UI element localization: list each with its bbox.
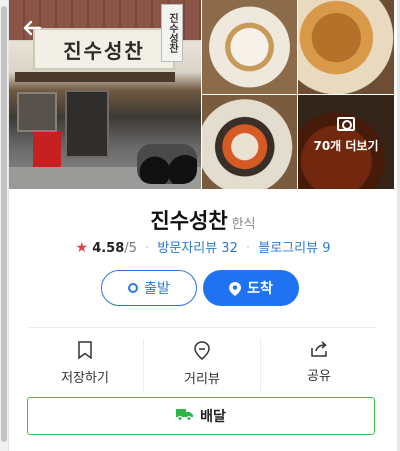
delivery-button[interactable]: 배달 [27,397,375,435]
share-action[interactable]: 공유 [261,339,377,391]
visitor-reviews-link[interactable]: 방문자리뷰 32 [157,241,237,256]
back-arrow-icon[interactable] [20,16,44,40]
street-view-action-label: 거리뷰 [184,372,220,387]
blog-reviews-link[interactable]: 블로그리뷰 9 [258,241,330,256]
start-button-label: 출발 [144,281,170,297]
start-button[interactable]: 출발 [101,270,197,306]
save-action-label: 저장하기 [61,371,109,386]
vertical-sign: 진수성찬 [161,4,183,62]
delivery-label: 배달 [200,409,226,425]
start-point-icon [128,283,139,293]
more-photos-label: 70개 더보기 [313,139,379,153]
star-icon: ★ [75,240,89,256]
photo-grid: 진수성찬 진수성찬 70개 더보기 [9,0,394,189]
map-pin-outline-icon [194,341,210,360]
motorbike [137,144,197,184]
share-icon [310,341,328,357]
share-action-label: 공유 [307,369,331,384]
rating-max: /5 [124,241,137,256]
location-pin-icon [229,282,242,296]
save-action[interactable]: 저장하기 [27,339,144,391]
arrive-button-label: 도착 [247,281,273,297]
place-info-card: 진수성찬 한식 ★ 4.58/5 · 방문자리뷰 32 · 블로그리뷰 9 출발 … [9,189,397,451]
place-name: 진수성찬 [150,209,228,233]
rating-value: 4.58 [92,241,125,256]
divider [27,327,377,328]
camera-icon [337,117,355,131]
more-photos[interactable]: 70개 더보기 [298,117,394,154]
door [65,90,109,158]
scrollbar-thumb[interactable] [1,6,7,442]
scrollbar[interactable] [0,0,9,451]
photo-food-3[interactable] [202,95,297,189]
store-sign: 진수성찬 [33,28,175,70]
title-row: 진수성찬 한식 [9,205,397,235]
separator-dot: · [145,241,150,256]
street-view-action[interactable]: 거리뷰 [144,339,261,391]
delivery-truck-icon [176,407,194,425]
separator-dot: · [245,241,251,256]
place-category: 한식 [231,217,256,232]
photo-food-1[interactable] [202,0,297,94]
rating-row: ★ 4.58/5 · 방문자리뷰 32 · 블로그리뷰 9 [9,237,397,256]
action-bar: 저장하기 거리뷰 공유 [27,339,377,391]
photo-more[interactable]: 70개 더보기 [298,95,394,189]
bookmark-icon [77,341,93,359]
awning [15,72,175,82]
arrive-button[interactable]: 도착 [203,270,299,306]
photo-food-2[interactable] [298,0,394,94]
red-chair [33,132,61,168]
window [17,92,57,132]
